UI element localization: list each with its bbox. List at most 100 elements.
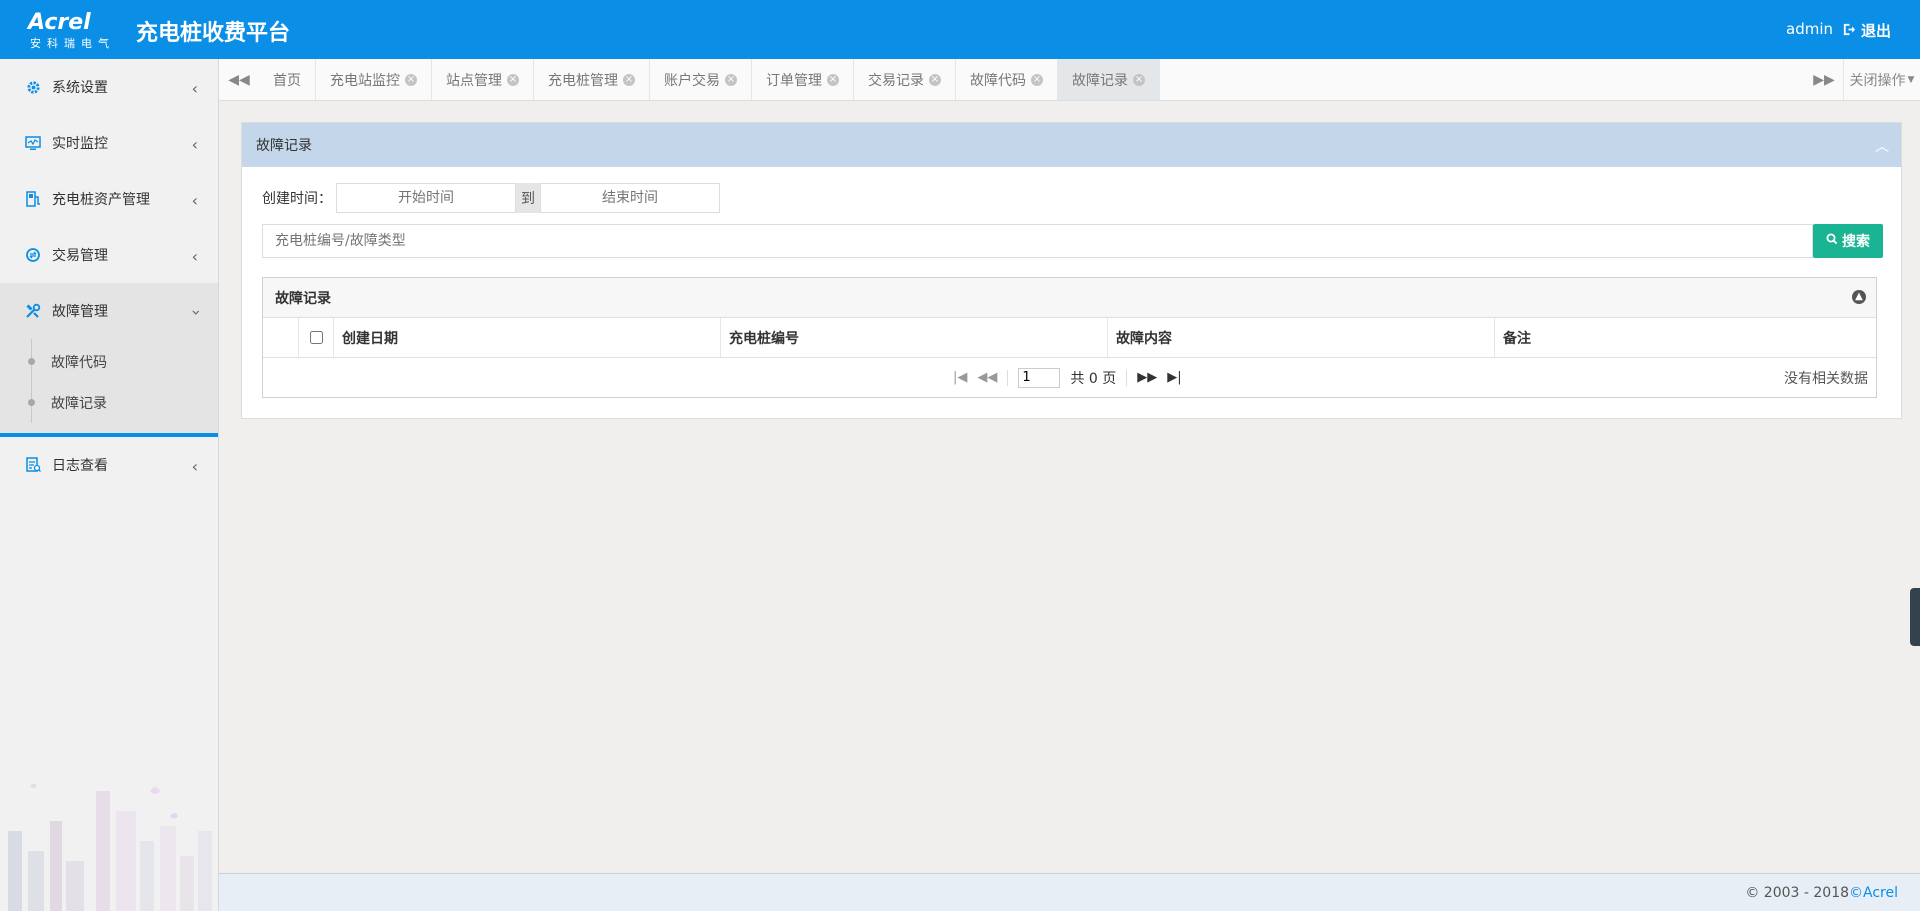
pager-divider xyxy=(1007,369,1009,386)
main-content: 故障记录 ︿ 创建时间： 到 搜索 故障记录 ▲ xyxy=(219,100,1920,873)
sidebar-item-transactions[interactable]: 交易管理 ‹ xyxy=(0,227,218,283)
collapse-circle-icon[interactable]: ▲ xyxy=(1852,290,1866,304)
tools-icon xyxy=(24,302,42,320)
tab-charger-management[interactable]: 充电桩管理 × xyxy=(534,59,650,100)
tab-order-management[interactable]: 订单管理 × xyxy=(752,59,854,100)
close-icon[interactable]: × xyxy=(827,73,839,86)
close-icon[interactable]: × xyxy=(507,73,519,86)
sidebar-item-realtime-monitor[interactable]: 实时监控 ‹ xyxy=(0,115,218,171)
close-icon[interactable]: × xyxy=(1133,73,1145,86)
fault-record-panel: 故障记录 ︿ 创建时间： 到 搜索 故障记录 ▲ xyxy=(241,122,1902,419)
search-icon xyxy=(1826,233,1838,249)
chevron-left-icon: ‹ xyxy=(191,247,198,266)
close-icon[interactable]: × xyxy=(623,73,635,86)
tab-fault-records[interactable]: 故障记录 × xyxy=(1058,59,1160,100)
side-panel-handle[interactable] xyxy=(1910,588,1920,646)
row-number-column xyxy=(263,318,299,357)
logout-icon xyxy=(1842,22,1855,40)
chevron-left-icon: ‹ xyxy=(191,191,198,210)
logout-button[interactable]: 退出 xyxy=(1842,20,1891,41)
end-time-input[interactable] xyxy=(540,183,720,213)
tab-label: 账户交易 xyxy=(664,72,720,89)
tab-transaction-records[interactable]: 交易记录 × xyxy=(854,59,956,100)
column-header-remarks[interactable]: 备注 xyxy=(1495,318,1876,357)
sidebar-item-charger-assets[interactable]: 充电桩资产管理 ‹ xyxy=(0,171,218,227)
tab-label: 订单管理 xyxy=(766,72,822,89)
close-operations-label: 关闭操作 xyxy=(1849,72,1906,89)
sidebar-subitem-fault-code[interactable]: 故障代码 xyxy=(0,341,218,382)
panel-header: 故障记录 ︿ xyxy=(242,123,1901,167)
double-chevron-left-icon: ◀◀ xyxy=(228,71,250,88)
tab-label: 故障代码 xyxy=(970,72,1026,89)
start-time-input[interactable] xyxy=(336,183,516,213)
monitor-icon xyxy=(24,134,42,152)
pager-controls: |◀ ◀◀ 共 0 页 ▶▶ ▶| xyxy=(953,358,1182,397)
bullet-icon xyxy=(28,399,35,406)
tab-site-management[interactable]: 站点管理 × xyxy=(432,59,534,100)
grid-header: 故障记录 ▲ xyxy=(263,278,1876,318)
fault-record-grid: 故障记录 ▲ 创建日期 充电桩编号 故障内容 备注 |◀ ◀◀ 共 xyxy=(262,277,1877,398)
sidebar-subitem-label: 故障代码 xyxy=(51,354,107,371)
tab-fault-codes[interactable]: 故障代码 × xyxy=(956,59,1058,100)
search-button-label: 搜索 xyxy=(1842,234,1870,250)
gear-icon xyxy=(24,78,42,96)
close-icon[interactable]: × xyxy=(725,73,737,86)
chevron-up-icon[interactable]: ︿ xyxy=(1875,136,1889,156)
prev-page-icon[interactable]: ◀◀ xyxy=(977,370,997,385)
top-header: Acrel 安科瑞电气 充电桩收费平台 admin 退出 xyxy=(0,0,1920,59)
sidebar-item-label: 交易管理 xyxy=(52,248,108,264)
column-header-charger-number[interactable]: 充电桩编号 xyxy=(721,318,1108,357)
tab-list: 首页 充电站监控 × 站点管理 × 充电桩管理 × 账户交易 × 订单管理 × … xyxy=(259,59,1160,100)
sidebar-item-log-view[interactable]: 日志查看 ‹ xyxy=(0,437,218,493)
log-icon xyxy=(24,456,42,474)
sidebar-item-label: 充电桩资产管理 xyxy=(52,192,150,208)
sidebar: 系统设置 ‹ 实时监控 ‹ 充电桩资产管理 ‹ 交易管理 ‹ 故障管理 ‹ 故障… xyxy=(0,59,219,911)
tab-bar: ◀◀ 首页 充电站监控 × 站点管理 × 充电桩管理 × 账户交易 × 订单管理… xyxy=(219,59,1920,101)
double-chevron-right-icon: ▶▶ xyxy=(1813,71,1835,88)
panel-title: 故障记录 xyxy=(256,138,312,154)
column-header-created-date[interactable]: 创建日期 xyxy=(334,318,721,357)
tab-scroll-right-button[interactable]: ▶▶ xyxy=(1804,59,1844,100)
close-icon[interactable]: × xyxy=(929,73,941,86)
chevron-left-icon: ‹ xyxy=(191,135,198,154)
range-separator: 到 xyxy=(516,183,540,213)
copyright-text: © 2003 - 2018 xyxy=(1745,884,1850,901)
logout-label: 退出 xyxy=(1861,22,1892,40)
footer-brand: ©Acrel xyxy=(1849,884,1898,901)
total-pages-text: 共 0 页 xyxy=(1070,370,1117,387)
tab-label: 充电桩管理 xyxy=(548,72,618,89)
next-page-icon[interactable]: ▶▶ xyxy=(1137,370,1157,385)
tab-station-monitor[interactable]: 充电站监控 × xyxy=(316,59,432,100)
sidebar-item-label: 实时监控 xyxy=(52,136,108,152)
chevron-down-icon: ‹ xyxy=(185,309,205,316)
sidebar-item-system-settings[interactable]: 系统设置 ‹ xyxy=(0,59,218,115)
tab-account-transactions[interactable]: 账户交易 × xyxy=(650,59,752,100)
tab-scroll-left-button[interactable]: ◀◀ xyxy=(219,59,259,100)
bullet-icon xyxy=(28,358,35,365)
sidebar-subitem-fault-record[interactable]: 故障记录 xyxy=(0,382,218,423)
close-icon[interactable]: × xyxy=(1031,73,1043,86)
grid-pager: |◀ ◀◀ 共 0 页 ▶▶ ▶| 没有相关数据 xyxy=(263,358,1876,397)
logo-brand: Acrel xyxy=(28,10,91,35)
close-operations-dropdown[interactable]: 关闭操作 ▼ xyxy=(1843,59,1920,100)
sidebar-item-fault-management[interactable]: 故障管理 ‹ xyxy=(0,283,218,339)
tab-home[interactable]: 首页 xyxy=(259,59,316,100)
sidebar-item-label: 系统设置 xyxy=(52,80,108,96)
search-input[interactable] xyxy=(262,224,1813,258)
select-all-checkbox[interactable] xyxy=(309,331,323,344)
app-title: 充电桩收费平台 xyxy=(136,21,291,46)
page-number-input[interactable] xyxy=(1018,367,1061,388)
created-time-label: 创建时间： xyxy=(262,191,332,207)
sidebar-subitem-label: 故障记录 xyxy=(51,395,107,412)
tab-label: 站点管理 xyxy=(446,72,502,89)
close-icon[interactable]: × xyxy=(405,73,417,86)
footer: © 2003 - 2018 ©Acrel xyxy=(219,873,1920,911)
last-page-icon[interactable]: ▶| xyxy=(1167,370,1181,385)
fault-submenu: 故障代码 故障记录 xyxy=(0,339,218,437)
search-button[interactable]: 搜索 xyxy=(1813,224,1883,258)
sidebar-item-label: 故障管理 xyxy=(52,304,108,320)
search-row: 搜索 xyxy=(262,224,1883,258)
first-page-icon[interactable]: |◀ xyxy=(953,370,967,385)
logo: Acrel 安科瑞电气 xyxy=(28,10,116,50)
column-header-fault-content[interactable]: 故障内容 xyxy=(1108,318,1495,357)
